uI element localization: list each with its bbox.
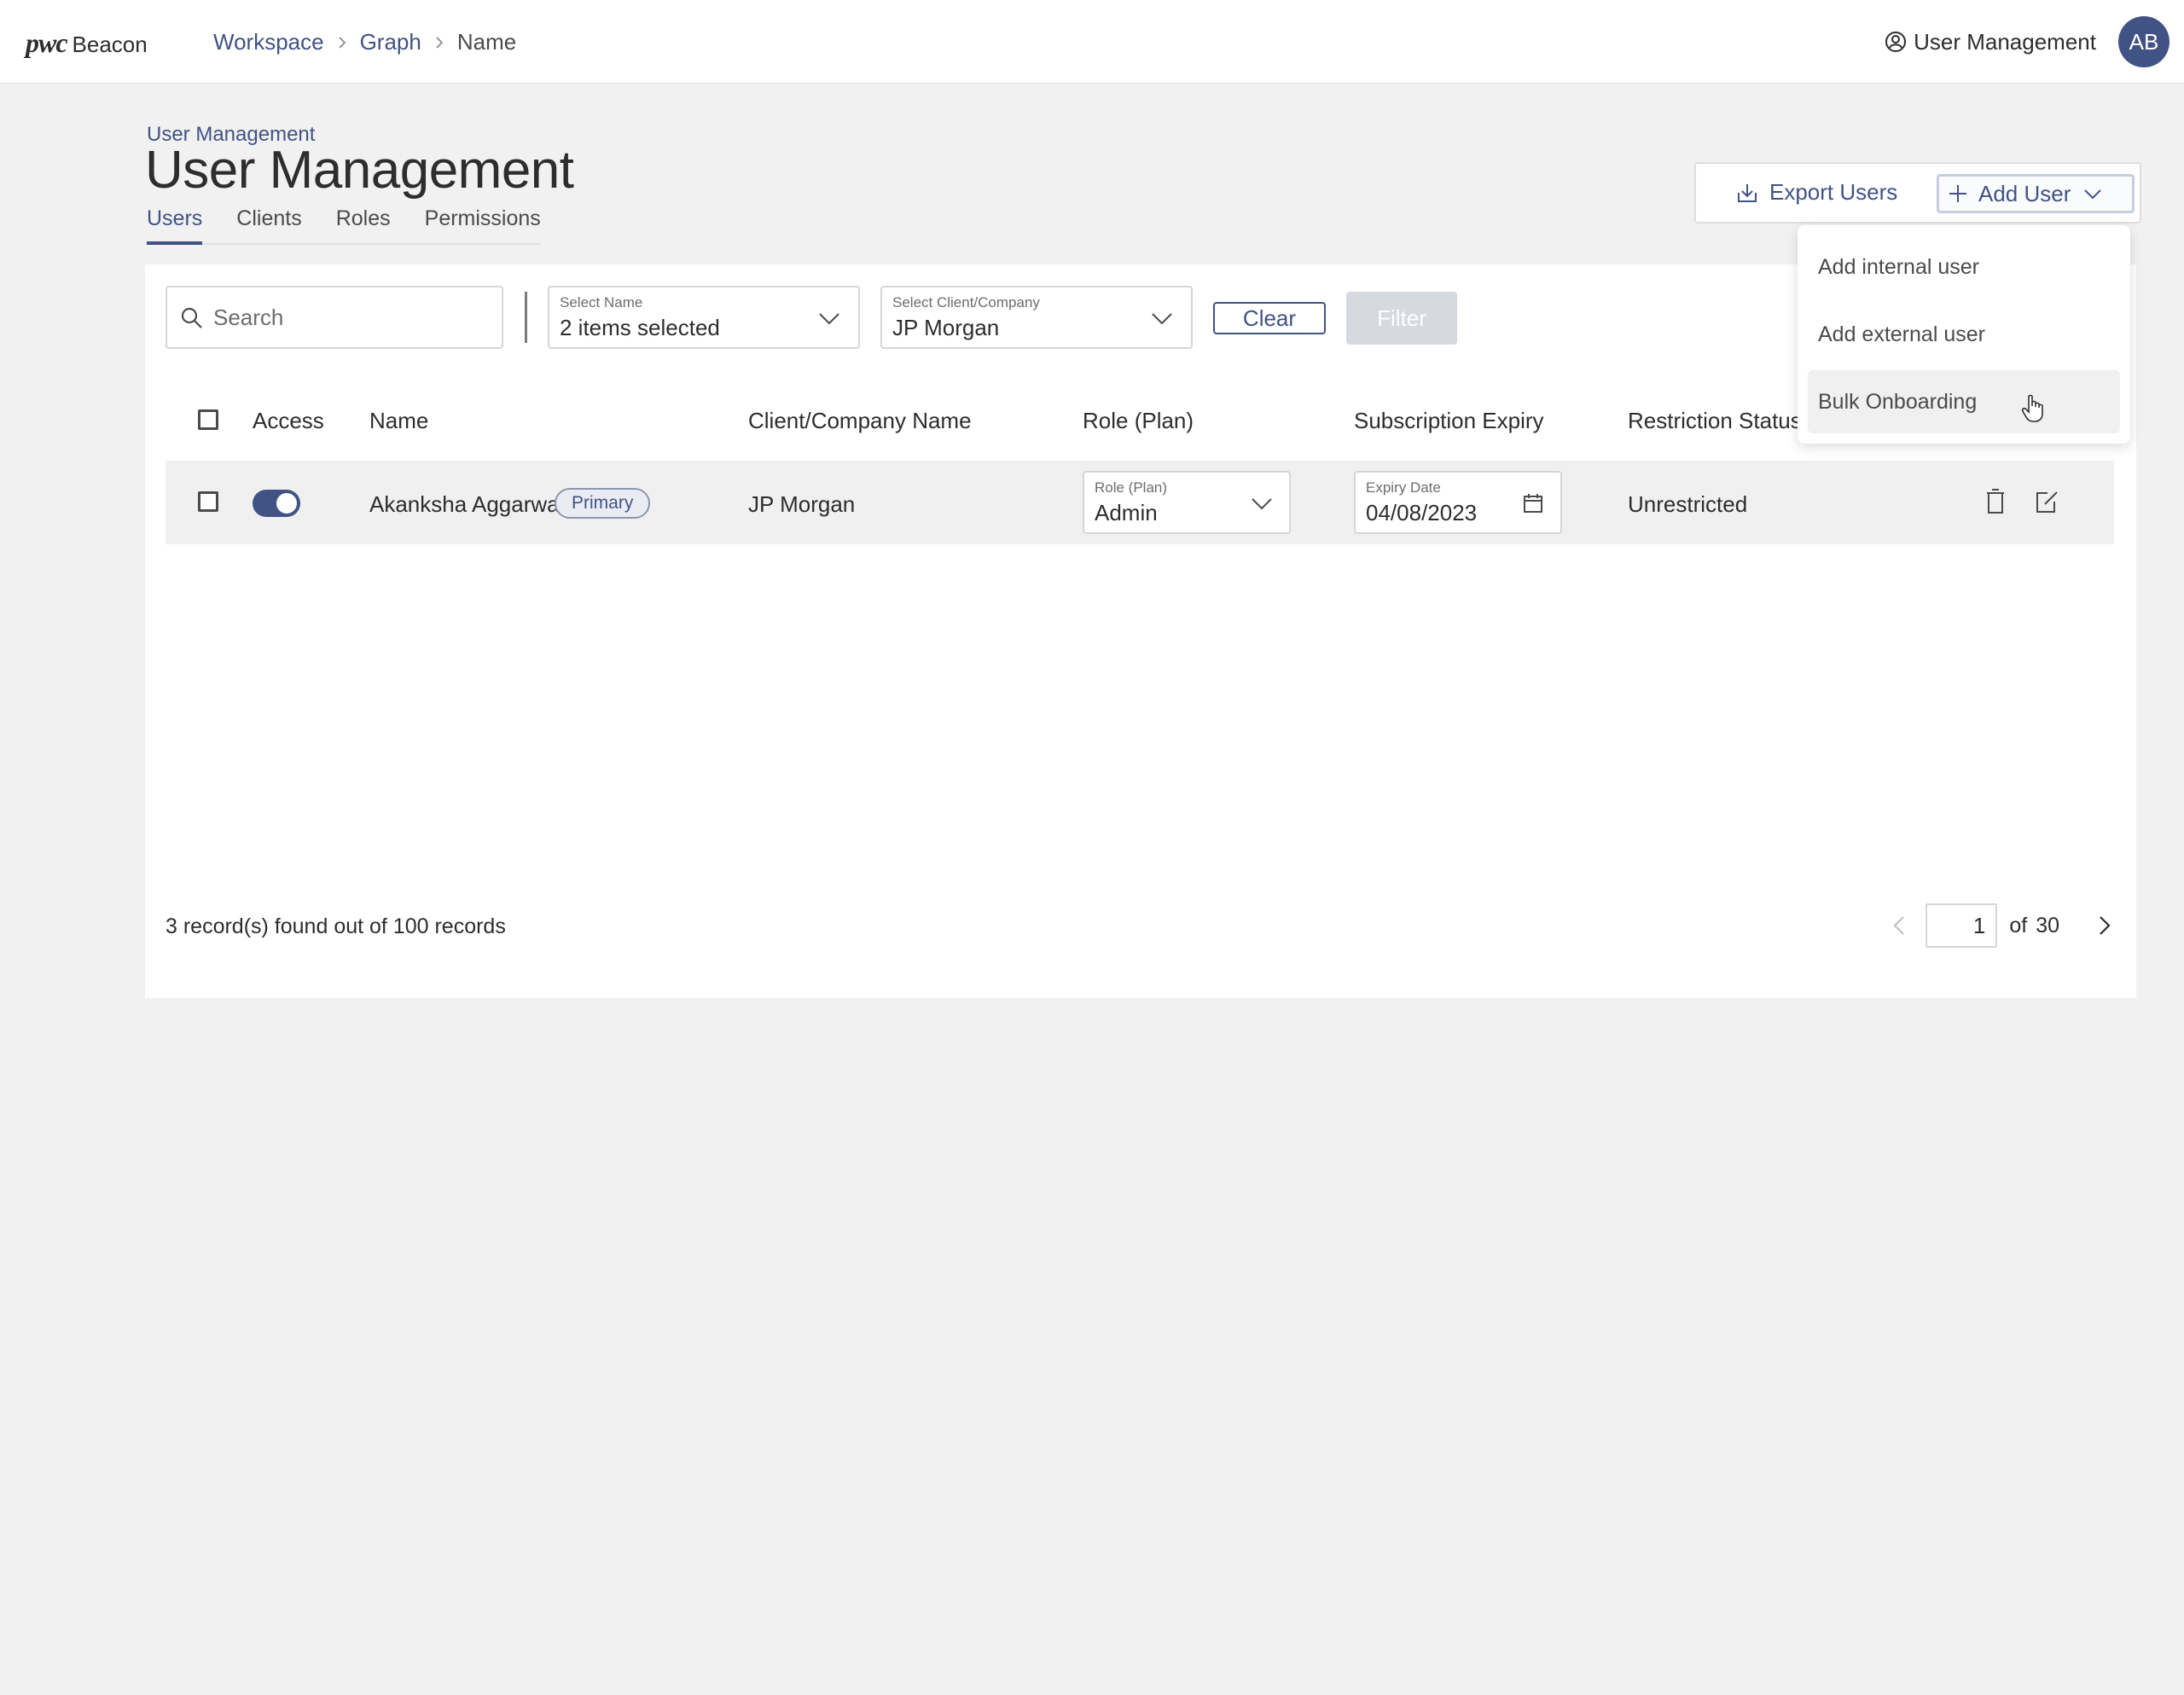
edit-icon[interactable] bbox=[2034, 488, 2059, 515]
table-row: Akanksha Aggarwal Primary JP Morgan Role… bbox=[166, 461, 2114, 544]
row-checkbox[interactable] bbox=[198, 491, 218, 512]
client-name: JP Morgan bbox=[748, 491, 856, 517]
select-name-value: 2 items selected bbox=[560, 315, 720, 340]
column-header-subscription-expiry[interactable]: Subscription Expiry bbox=[1354, 408, 1544, 434]
chevron-down-icon bbox=[2084, 189, 2102, 200]
chevron-right-icon bbox=[436, 36, 444, 49]
tab-permissions[interactable]: Permissions bbox=[425, 206, 541, 243]
column-header-access: Access bbox=[253, 408, 324, 433]
actions-panel: Export Users Add User bbox=[1694, 162, 2141, 223]
select-client-dropdown[interactable]: Select Client/Company JP Morgan bbox=[880, 286, 1193, 349]
column-header-name[interactable]: Name bbox=[369, 408, 428, 434]
add-user-label: Add User bbox=[1978, 180, 2071, 206]
plus-icon bbox=[1949, 185, 1966, 202]
menu-item-bulk-onboarding[interactable]: Bulk Onboarding bbox=[1808, 370, 2120, 433]
chevron-right-icon bbox=[338, 36, 346, 49]
select-name-label: Select Name bbox=[560, 294, 643, 311]
role-select[interactable]: Role (Plan) Admin bbox=[1083, 471, 1291, 534]
add-user-menu: Add internal user Add external user Bulk… bbox=[1798, 225, 2130, 444]
restriction-status: Unrestricted bbox=[1628, 491, 1748, 517]
menu-item-add-external-user[interactable]: Add external user bbox=[1808, 303, 2120, 366]
menu-item-add-internal-user[interactable]: Add internal user bbox=[1808, 235, 2120, 299]
records-count: 3 record(s) found out of 100 records bbox=[166, 914, 506, 938]
tab-users[interactable]: Users bbox=[147, 206, 203, 245]
delete-icon[interactable] bbox=[1983, 488, 2008, 515]
menu-item-label: Bulk Onboarding bbox=[1818, 389, 1978, 414]
total-pages: 30 bbox=[2036, 913, 2059, 937]
column-header-restriction-status[interactable]: Restriction Status bbox=[1628, 408, 1802, 434]
export-users-button[interactable]: Export Users bbox=[1735, 179, 1897, 206]
top-bar: pwc Beacon Workspace Graph Name User Man… bbox=[0, 0, 2184, 84]
logo-mark: pwc bbox=[26, 27, 68, 58]
breadcrumb-graph[interactable]: Graph bbox=[360, 29, 421, 55]
filter-divider bbox=[525, 292, 527, 343]
logo-text: Beacon bbox=[72, 32, 148, 57]
download-icon bbox=[1738, 183, 1757, 202]
column-header-role[interactable]: Role (Plan) bbox=[1083, 408, 1194, 434]
pagination: of 30 bbox=[1888, 903, 2116, 949]
add-user-button[interactable]: Add User bbox=[1937, 174, 2135, 213]
chevron-down-icon bbox=[819, 313, 839, 325]
clear-button[interactable]: Clear bbox=[1213, 302, 1326, 334]
breadcrumb: Workspace Graph Name bbox=[213, 29, 516, 55]
export-users-label: Export Users bbox=[1769, 179, 1898, 205]
breadcrumb-workspace[interactable]: Workspace bbox=[213, 29, 324, 55]
expiry-date-field[interactable]: Expiry Date 04/08/2023 bbox=[1354, 471, 1562, 534]
page-title: User Management bbox=[145, 141, 574, 200]
tab-bar: Users Clients Roles Permissions bbox=[147, 206, 541, 245]
select-name-dropdown[interactable]: Select Name 2 items selected bbox=[548, 286, 860, 349]
pwc-beacon-logo[interactable]: pwc Beacon bbox=[26, 27, 148, 58]
access-toggle[interactable] bbox=[253, 490, 300, 517]
breadcrumb-name: Name bbox=[456, 29, 517, 55]
top-right-controls: User Management AB bbox=[1885, 0, 2184, 84]
next-page-icon[interactable] bbox=[2094, 914, 2116, 937]
toggle-knob bbox=[276, 493, 297, 514]
hand-cursor-icon bbox=[2021, 394, 2043, 422]
primary-badge: Primary bbox=[555, 488, 651, 519]
avatar[interactable]: AB bbox=[2118, 16, 2169, 67]
select-all-checkbox[interactable] bbox=[198, 409, 218, 430]
select-client-label: Select Client/Company bbox=[892, 294, 1040, 311]
tab-clients[interactable]: Clients bbox=[236, 206, 301, 243]
menu-item-label: Add external user bbox=[1818, 322, 1985, 346]
calendar-icon[interactable] bbox=[1521, 491, 1545, 515]
chevron-down-icon bbox=[1252, 498, 1272, 510]
user-circle-icon bbox=[1885, 32, 1907, 52]
previous-page-icon[interactable] bbox=[1888, 914, 1910, 937]
page-number-input[interactable] bbox=[1926, 903, 1998, 948]
search-input[interactable] bbox=[213, 304, 486, 331]
search-icon bbox=[181, 307, 202, 328]
user-name: Akanksha Aggarwal bbox=[369, 491, 565, 517]
search-box[interactable] bbox=[166, 286, 503, 349]
page-of-label: of bbox=[2009, 913, 2028, 937]
menu-item-label: Add internal user bbox=[1818, 254, 1980, 279]
user-management-link[interactable]: User Management bbox=[1914, 29, 2096, 55]
tab-roles[interactable]: Roles bbox=[336, 206, 391, 243]
select-client-value: JP Morgan bbox=[892, 315, 1000, 340]
filter-button[interactable]: Filter bbox=[1346, 292, 1457, 345]
column-header-client[interactable]: Client/Company Name bbox=[748, 408, 972, 434]
chevron-down-icon bbox=[1152, 313, 1172, 325]
